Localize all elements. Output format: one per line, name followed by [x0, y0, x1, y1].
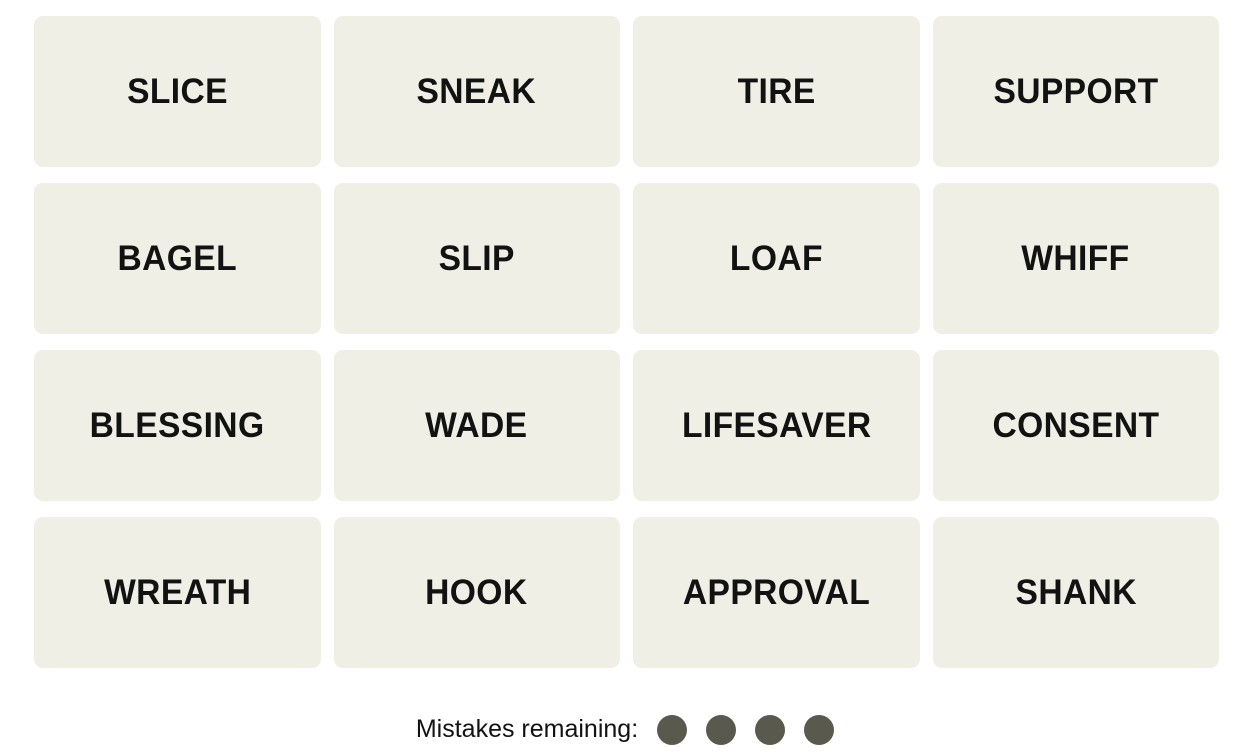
- word-tile-label: WREATH: [103, 573, 251, 612]
- word-tile-whiff[interactable]: WHIFF: [932, 183, 1219, 334]
- word-tile-label: BLESSING: [89, 406, 265, 445]
- word-tile-label: SUPPORT: [993, 72, 1159, 111]
- mistake-dot-icon: [804, 714, 835, 745]
- mistake-dot-icon: [706, 714, 737, 745]
- word-tile-label: SHANK: [1015, 573, 1137, 612]
- word-tile-label: WHIFF: [1021, 239, 1130, 278]
- word-tile-lifesaver[interactable]: LIFESAVER: [633, 350, 920, 501]
- word-tile-shank[interactable]: SHANK: [932, 517, 1219, 668]
- mistake-dot-icon: [657, 714, 688, 745]
- word-tile-slip[interactable]: SLIP: [333, 183, 620, 334]
- word-tile-label: LOAF: [729, 239, 823, 278]
- connections-game-board: SLICE SNEAK TIRE SUPPORT BAGEL SLIP LOAF…: [0, 0, 1250, 756]
- word-tile-slice[interactable]: SLICE: [34, 16, 321, 167]
- word-tile-label: LIFESAVER: [681, 406, 872, 445]
- word-tile-grid: SLICE SNEAK TIRE SUPPORT BAGEL SLIP LOAF…: [34, 16, 1219, 668]
- word-tile-label: HOOK: [425, 573, 528, 612]
- word-tile-bagel[interactable]: BAGEL: [34, 183, 321, 334]
- word-tile-label: TIRE: [737, 72, 816, 111]
- word-tile-label: SNEAK: [416, 72, 537, 111]
- word-tile-wade[interactable]: WADE: [333, 350, 620, 501]
- mistakes-remaining-bar: Mistakes remaining:: [0, 703, 1250, 756]
- word-tile-label: APPROVAL: [682, 573, 870, 612]
- word-tile-hook[interactable]: HOOK: [333, 517, 620, 668]
- word-tile-label: BAGEL: [117, 239, 238, 278]
- mistakes-remaining-label: Mistakes remaining:: [415, 715, 639, 743]
- word-tile-support[interactable]: SUPPORT: [932, 16, 1219, 167]
- word-tile-blessing[interactable]: BLESSING: [34, 350, 321, 501]
- word-tile-label: SLIP: [438, 239, 515, 278]
- word-tile-tire[interactable]: TIRE: [633, 16, 920, 167]
- mistake-dot-icon: [755, 714, 786, 745]
- word-tile-consent[interactable]: CONSENT: [932, 350, 1219, 501]
- word-tile-sneak[interactable]: SNEAK: [333, 16, 620, 167]
- word-tile-wreath[interactable]: WREATH: [34, 517, 321, 668]
- word-tile-label: SLICE: [126, 72, 228, 111]
- word-tile-label: CONSENT: [992, 406, 1160, 445]
- mistakes-remaining-dots: [657, 714, 835, 745]
- word-tile-label: WADE: [425, 406, 528, 445]
- word-tile-approval[interactable]: APPROVAL: [633, 517, 920, 668]
- word-tile-loaf[interactable]: LOAF: [633, 183, 920, 334]
